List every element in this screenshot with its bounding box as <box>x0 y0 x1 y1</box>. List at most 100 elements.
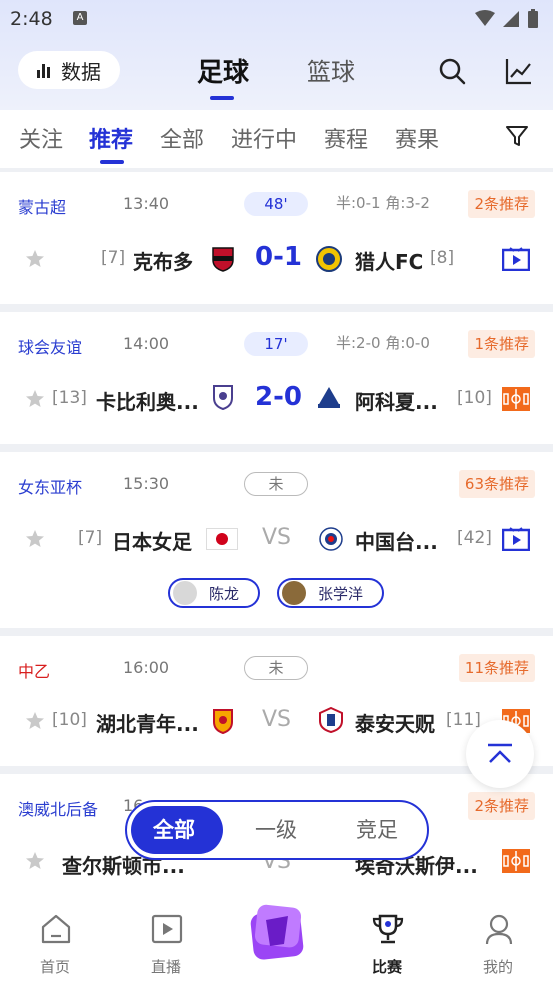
bottom-tab-bar: 首页 直播 比赛 我的 <box>0 896 553 984</box>
recommend-count[interactable]: 2条推荐 <box>468 190 535 218</box>
live-video-icon[interactable] <box>502 247 530 271</box>
tab-football[interactable]: 足球 <box>197 52 249 89</box>
away-team: 泰安天贶 <box>355 712 435 736</box>
away-rank: [10] <box>457 388 492 408</box>
half-corner-info: 半:0-1 角:3-2 <box>336 194 430 212</box>
recommend-count[interactable]: 1条推荐 <box>468 330 535 358</box>
subtab-all[interactable]: 全部 <box>160 122 204 154</box>
notification-app-icon: A <box>73 11 87 25</box>
data-button[interactable]: 数据 <box>18 51 120 89</box>
avatar <box>173 581 197 605</box>
home-rank: [10] <box>52 710 87 730</box>
status-bar: 2:48 A <box>0 0 553 38</box>
home-team: 卡比利奥... <box>96 390 199 414</box>
segment-option-all[interactable]: 全部 <box>153 814 195 844</box>
home-crest-icon <box>213 385 233 410</box>
japan-flag-icon <box>206 528 238 550</box>
star-icon[interactable] <box>25 389 45 409</box>
home-team: 湖北青年... <box>96 712 199 736</box>
expert-name: 陈龙 <box>209 584 240 603</box>
subtab-live[interactable]: 进行中 <box>231 122 297 154</box>
home-rank: [7] <box>78 528 103 548</box>
versus-label: VS <box>262 525 292 550</box>
league-name[interactable]: 中乙 <box>18 658 50 682</box>
home-rank: [13] <box>52 388 87 408</box>
match-card[interactable]: 蒙古超 13:40 48' 半:0-1 角:3-2 2条推荐 [7] 克布多 0… <box>0 172 553 304</box>
filter-icon[interactable] <box>505 124 529 148</box>
data-button-label: 数据 <box>61 59 101 84</box>
match-status: 未 <box>244 472 308 496</box>
away-crest-icon <box>319 707 343 733</box>
live-pitch-icon[interactable] <box>502 849 530 873</box>
profile-icon <box>485 914 513 945</box>
back-to-top-button[interactable] <box>466 720 534 788</box>
promo-badge-icon <box>250 904 304 960</box>
sub-tab-bar: 关注 推荐 全部 进行中 赛程 赛果 <box>0 110 553 168</box>
kickoff-time: 13:40 <box>123 194 170 213</box>
expert-chip[interactable]: 张学洋 <box>277 578 384 608</box>
subtab-results[interactable]: 赛果 <box>395 122 439 154</box>
recommend-count[interactable]: 2条推荐 <box>468 792 535 820</box>
trophy-icon <box>372 914 404 944</box>
live-pitch-icon[interactable] <box>502 387 530 411</box>
league-name[interactable]: 女东亚杯 <box>18 474 82 498</box>
play-icon <box>151 914 183 944</box>
away-team: 猎人FC <box>355 250 424 274</box>
star-icon[interactable] <box>25 851 45 871</box>
bar-chart-icon <box>37 62 55 78</box>
versus-label: VS <box>262 707 292 732</box>
tab-label: 直播 <box>150 958 181 976</box>
away-rank: [11] <box>446 710 481 730</box>
tab-label: 首页 <box>39 958 70 976</box>
expert-name: 张学洋 <box>318 584 364 603</box>
away-rank: [8] <box>430 248 455 268</box>
level-filter-segment: 全部 一级 竞足 <box>125 800 429 860</box>
match-card[interactable]: 女东亚杯 15:30 未 63条推荐 [7] 日本女足 VS 中国台... [4… <box>0 452 553 628</box>
kickoff-time: 14:00 <box>123 334 170 353</box>
recommend-count[interactable]: 63条推荐 <box>458 470 535 498</box>
away-crest-icon <box>318 387 340 408</box>
league-name[interactable]: 蒙古超 <box>18 194 66 218</box>
kickoff-time: 15:30 <box>123 474 170 493</box>
home-rank: [7] <box>101 248 126 268</box>
score: 0-1 <box>255 242 302 272</box>
tab-label: 比赛 <box>371 958 402 976</box>
away-team: 阿科夏... <box>355 390 438 414</box>
expert-chip[interactable]: 陈龙 <box>168 578 260 608</box>
home-icon <box>41 914 71 944</box>
star-icon[interactable] <box>25 529 45 549</box>
match-status: 未 <box>244 656 308 680</box>
league-name[interactable]: 球会友谊 <box>18 334 82 358</box>
main-tab-indicator <box>210 96 234 100</box>
segment-option-lottery[interactable]: 竞足 <box>356 814 398 844</box>
segment-option-first-level[interactable]: 一级 <box>255 814 297 844</box>
half-corner-info: 半:2-0 角:0-0 <box>336 334 430 352</box>
away-rank: [42] <box>457 528 492 548</box>
match-minute: 17' <box>244 332 308 356</box>
away-crest-icon <box>316 246 342 272</box>
subtab-schedule[interactable]: 赛程 <box>324 122 368 154</box>
trend-chart-icon[interactable] <box>504 56 534 86</box>
search-icon[interactable] <box>437 56 467 86</box>
live-video-icon[interactable] <box>502 527 530 551</box>
star-icon[interactable] <box>25 249 45 269</box>
status-time: 2:48 <box>10 8 53 30</box>
recommend-count[interactable]: 11条推荐 <box>458 654 535 682</box>
home-crest-icon <box>213 709 233 734</box>
score: 2-0 <box>255 382 302 412</box>
subtab-recommended[interactable]: 推荐 <box>89 122 133 154</box>
star-icon[interactable] <box>25 711 45 731</box>
match-minute: 48' <box>244 192 308 216</box>
tab-label: 我的 <box>482 958 513 976</box>
kickoff-time: 16:00 <box>123 658 170 677</box>
home-team: 克布多 <box>133 250 193 274</box>
avatar <box>282 581 306 605</box>
home-team: 日本女足 <box>112 530 192 554</box>
league-name[interactable]: 澳威北后备 <box>18 796 98 820</box>
subtab-follow[interactable]: 关注 <box>19 122 63 154</box>
away-team: 中国台... <box>355 530 438 554</box>
tab-basketball[interactable]: 篮球 <box>307 52 355 87</box>
subtab-indicator <box>100 160 124 164</box>
match-card[interactable]: 球会友谊 14:00 17' 半:2-0 角:0-0 1条推荐 [13] 卡比利… <box>0 312 553 444</box>
system-status-icons <box>475 9 538 28</box>
